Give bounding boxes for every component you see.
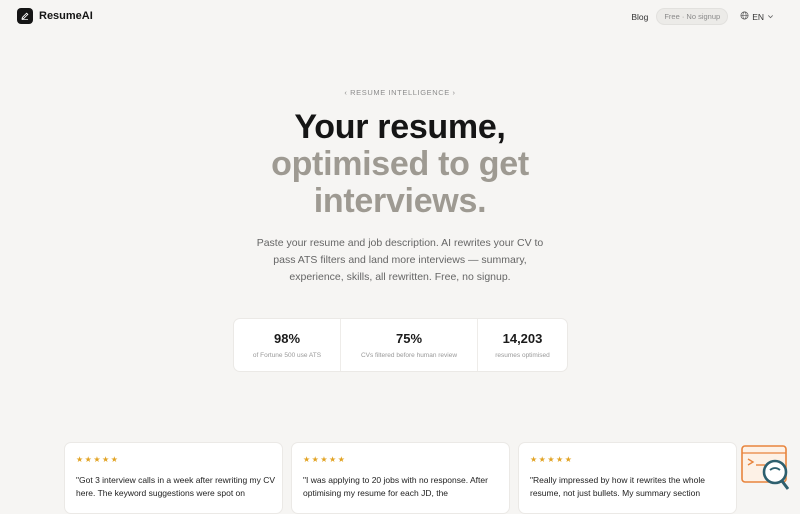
stats-panel: 98% of Fortune 500 use ATS 75% CVs filte… xyxy=(233,318,568,372)
stat-item: 75% CVs filtered before human review xyxy=(341,319,478,371)
testimonial-card: ★★★★★ "Got 3 interview calls in a week a… xyxy=(64,442,283,514)
language-selector[interactable]: EN xyxy=(740,11,774,22)
hero-subtitle: Paste your resume and job description. A… xyxy=(256,237,544,283)
testimonial-text: "I was applying to 20 jobs with no respo… xyxy=(303,475,488,498)
language-label: EN xyxy=(752,11,764,22)
star-rating: ★★★★★ xyxy=(76,455,120,464)
stat-value: 14,203 xyxy=(502,331,543,346)
stat-label: CVs filtered before human review xyxy=(360,352,458,359)
pen-icon xyxy=(17,8,33,24)
star-rating: ★★★★★ xyxy=(530,455,574,464)
blog-link[interactable]: Blog xyxy=(631,12,648,22)
top-nav: ResumeAI Blog Free · No signup EN xyxy=(0,0,800,32)
testimonial-card: ★★★★★ "I was applying to 20 jobs with no… xyxy=(291,442,510,514)
free-badge: Free · No signup xyxy=(656,8,729,25)
stat-label: resumes optimised xyxy=(495,352,550,359)
testimonial-text: "Got 3 interview calls in a week after r… xyxy=(76,475,276,498)
hero-title-line2: optimised to get xyxy=(271,145,529,183)
brand-logo[interactable]: ResumeAI xyxy=(17,8,93,24)
hero-eyebrow: ‹ RESUME INTELLIGENCE › xyxy=(344,88,456,97)
testimonial-card: ★★★★★ "Really impressed by how it rewrit… xyxy=(518,442,737,514)
stat-item: 98% of Fortune 500 use ATS xyxy=(234,319,341,371)
stat-item: 14,203 resumes optimised xyxy=(478,319,567,371)
chevron-down-icon xyxy=(767,12,774,22)
brand-name: ResumeAI xyxy=(39,10,93,22)
stat-value: 75% xyxy=(395,331,423,346)
testimonials-row: ★★★★★ "Got 3 interview calls in a week a… xyxy=(64,442,737,514)
testimonial-text: "Really impressed by how it rewrites the… xyxy=(530,475,705,498)
stat-value: 98% xyxy=(273,331,301,346)
globe-icon xyxy=(740,11,749,22)
hero-title-line3: interviews. xyxy=(313,182,487,220)
stat-label: of Fortune 500 use ATS xyxy=(252,352,322,359)
star-rating: ★★★★★ xyxy=(303,455,347,464)
hero-section: ‹ RESUME INTELLIGENCE › Your resume, opt… xyxy=(0,88,800,286)
hero-title: Your resume, optimised to get interviews… xyxy=(0,109,800,220)
hero-title-line1: Your resume, xyxy=(294,108,506,146)
help-search-icon[interactable] xyxy=(741,445,790,491)
